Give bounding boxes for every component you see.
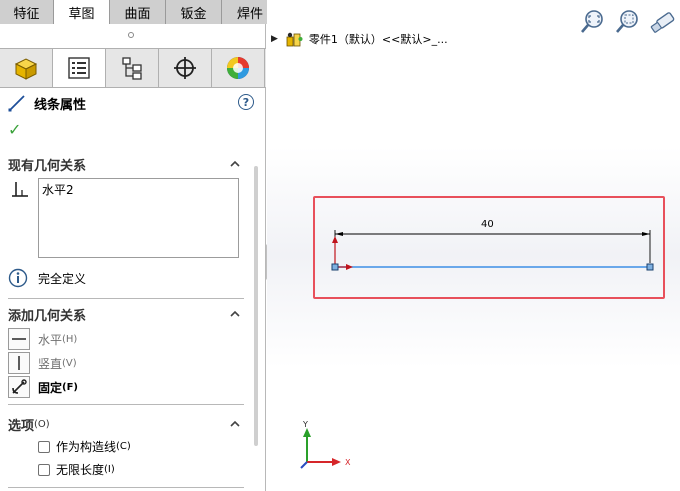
infinite-length-checkbox[interactable] [38,463,50,476]
tab-sheet-metal[interactable]: 钣金 [166,0,222,24]
endpoint-left [331,263,339,271]
feature-manager-tab[interactable] [0,49,53,87]
relations-list[interactable]: 水平2 [38,178,239,258]
dimension-label[interactable]: 40 [481,219,494,230]
part-name: 零件1（默认）<<默认>_... [308,33,448,46]
crosshair-icon [174,57,196,79]
property-list-icon [68,57,90,79]
endpoint-right [646,263,654,271]
property-manager-tab[interactable] [53,49,106,87]
info-icon [8,268,28,288]
reference-triad: Y X [300,420,351,469]
add-fix-relation[interactable]: 固定 (F) [8,376,78,398]
configuration-icon [122,57,142,80]
panel-collapse-handle[interactable] [128,32,134,38]
construction-option[interactable]: 作为构造线 (C) [38,438,131,455]
part-icon [286,32,303,47]
manager-tabs [0,48,266,88]
horizontal-label: 水平 [38,332,63,347]
relations-icon [12,182,28,197]
tab-sketch[interactable]: 草图 [54,0,110,25]
selection-highlight: 40 [313,196,665,299]
vertical-shortcut: (V) [62,357,77,369]
dimension-arrow-left [335,232,343,236]
divider [8,487,244,488]
triad-y-label: Y [302,420,308,429]
status-row: 完全定义 [8,268,86,288]
options-title: 选项 [8,418,35,434]
dimension-arrow-right [642,232,650,236]
add-horizontal-relation[interactable]: 水平 (H) [8,328,77,350]
construction-shortcut: (C) [116,441,131,452]
tab-surfaces[interactable]: 曲面 [110,0,166,24]
chevron-up-icon[interactable] [228,417,242,431]
divider [8,298,244,299]
anchor-icon [8,376,30,398]
options-shortcut: (O) [34,418,50,430]
tab-features[interactable]: 特征 [0,0,54,24]
panel-scrollbar[interactable] [254,166,258,446]
construction-checkbox[interactable] [38,440,50,453]
dimxpert-tab[interactable] [159,49,212,87]
line-tool-icon [8,95,25,112]
heads-up-view-toolbar [572,8,677,36]
add-vertical-relation[interactable]: 竖直 (V) [8,352,77,374]
origin-y-arrow [332,236,338,243]
horizontal-icon [8,328,30,350]
add-relations-title: 添加几何关系 [8,308,87,324]
triad-x-label: X [345,458,351,467]
infinite-length-option[interactable]: 无限长度 (I) [38,461,115,478]
expand-arrow-icon[interactable]: ▶ [271,34,278,44]
configuration-manager-tab[interactable] [106,49,159,87]
graphics-area[interactable]: ▶ 零件1（默认）<<默认>_... 40 Y X [267,0,680,491]
existing-relations-header[interactable]: 现有几何关系 [8,154,244,174]
property-manager: 线条属性 ? ✓ 现有几何关系 水平2 完全定义 添加几何关系 水平 (H) 竖… [0,24,266,491]
status-text: 完全定义 [38,271,87,286]
sketch-geometry [331,230,654,271]
infinite-length-label: 无限长度 [56,463,105,477]
options-header[interactable]: 选项 (O) [8,414,244,434]
chevron-up-icon[interactable] [228,157,242,171]
zoom-area-icon[interactable] [614,8,642,36]
feature-tree-icon [14,58,38,80]
horizontal-shortcut: (H) [62,333,78,345]
origin-x-arrow [346,264,353,270]
existing-relations-title: 现有几何关系 [8,158,87,174]
infinite-length-shortcut: (I) [104,464,115,475]
construction-label: 作为构造线 [56,440,117,454]
zoom-to-fit-icon[interactable] [579,8,607,36]
vertical-icon [8,352,30,374]
vertical-label: 竖直 [38,356,63,371]
chevron-up-icon[interactable] [228,307,242,321]
help-icon[interactable]: ? [238,94,254,110]
appearance-sphere-icon [227,57,249,79]
divider [8,404,244,405]
add-relations-header[interactable]: 添加几何关系 [8,304,244,324]
list-item[interactable]: 水平2 [42,181,235,198]
previous-view-icon[interactable] [649,8,677,36]
fix-label: 固定 [38,380,63,395]
fix-shortcut: (F) [62,381,78,393]
display-manager-tab[interactable] [212,49,265,87]
property-header: 线条属性 ? [8,90,258,116]
flyout-feature-tree[interactable]: ▶ 零件1（默认）<<默认>_... [271,31,448,47]
ok-button[interactable]: ✓ [8,120,21,139]
page-title: 线条属性 [34,97,87,113]
